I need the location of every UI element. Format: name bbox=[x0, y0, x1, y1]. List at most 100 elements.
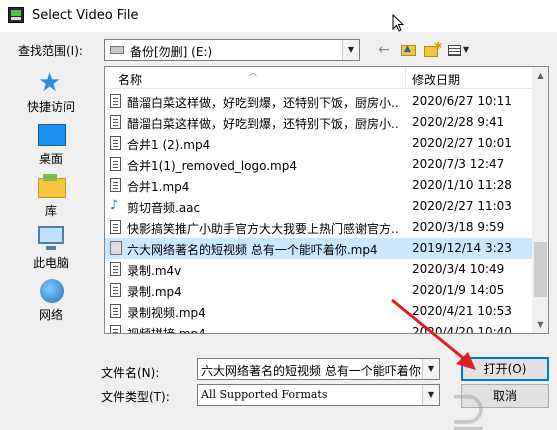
file-name: 六大网络著名的短视频 总有一个能吓着你.mp4 bbox=[127, 243, 378, 257]
up-folder-button[interactable]: ▲ bbox=[398, 41, 418, 59]
file-date: 2020/2/27 11:03 bbox=[412, 199, 512, 213]
file-date: 2020/1/9 14:05 bbox=[412, 283, 505, 297]
file-row[interactable]: 快影搞笑推广小助手官方大大我要上热门感谢官方... 2020/3/18 9:59 bbox=[105, 217, 532, 238]
file-name: 合并1(1)_removed_logo.mp4 bbox=[127, 159, 297, 173]
chevron-down-icon[interactable]: ▼ bbox=[342, 40, 359, 60]
file-date: 2020/6/27 10:11 bbox=[412, 94, 512, 108]
app-icon bbox=[8, 7, 24, 23]
window-title: Select Video File bbox=[32, 8, 139, 23]
file-date: 2020/3/4 10:49 bbox=[412, 262, 505, 276]
place-libraries[interactable]: 库 bbox=[0, 172, 102, 220]
file-icon bbox=[110, 262, 121, 276]
place-label: 网络 bbox=[38, 308, 63, 322]
place-network[interactable]: 网络 bbox=[0, 276, 102, 324]
list-header: ︿ 名称 修改日期 bbox=[105, 67, 532, 89]
file-name: 录制视频.mp4 bbox=[127, 306, 206, 320]
file-row[interactable]: 醋溜白菜这样做，好吃到爆，还特别下饭，厨房小... 2020/6/27 10:11 bbox=[105, 91, 532, 112]
open-button[interactable]: 打开(O) bbox=[461, 357, 549, 381]
video-icon bbox=[110, 241, 122, 255]
new-folder-button[interactable]: ✱ bbox=[422, 41, 442, 59]
audio-icon: ♪ bbox=[110, 198, 119, 213]
file-name: 视频拼接.mp4 bbox=[127, 327, 206, 334]
file-name: 醋溜白菜这样做，好吃到爆，还特别下饭，厨房小... bbox=[127, 117, 399, 131]
column-divider[interactable] bbox=[405, 67, 406, 89]
file-name: 剪切音频.aac bbox=[127, 201, 201, 215]
view-details-icon bbox=[448, 45, 461, 56]
file-list[interactable]: ︿ 名称 修改日期 醋溜白菜这样做，好吃到爆，还特别下饭，厨房小... 2020/… bbox=[104, 66, 549, 334]
place-label: 此电脑 bbox=[32, 256, 69, 270]
column-modified[interactable]: 修改日期 bbox=[412, 71, 460, 88]
back-arrow-icon[interactable]: ← bbox=[374, 41, 394, 59]
file-icon bbox=[110, 94, 121, 108]
dialog-body: 查找范围(I): 备份[勿删] (E:) ▼ ← ▲ ✱ ▼ ★ 快捷访问 桌面… bbox=[0, 32, 557, 430]
look-in-label: 查找范围(I): bbox=[18, 44, 83, 58]
file-icon bbox=[110, 115, 121, 129]
watermark-logo: ⊇ bbox=[449, 384, 488, 430]
desktop-icon bbox=[38, 124, 66, 146]
filetype-dropdown[interactable]: All Supported Formats ▼ bbox=[197, 384, 440, 406]
scroll-down-icon[interactable]: ▼ bbox=[532, 316, 548, 333]
file-icon bbox=[110, 325, 121, 333]
filetype-label: 文件类型(T): bbox=[101, 390, 170, 404]
file-date: 2020/1/10 11:28 bbox=[412, 178, 512, 192]
place-label: 桌面 bbox=[38, 152, 63, 166]
file-icon bbox=[110, 178, 121, 192]
file-name: 合并1 (2).mp4 bbox=[127, 138, 211, 152]
place-quick-access[interactable]: ★ 快捷访问 bbox=[0, 68, 102, 116]
chevron-down-icon: ▼ bbox=[463, 45, 470, 54]
file-date: 2020/4/20 10:40 bbox=[412, 325, 512, 334]
view-menu-button[interactable]: ▼ bbox=[446, 41, 474, 59]
file-date: 2020/2/28 9:41 bbox=[412, 115, 505, 129]
file-name: 录制.mp4 bbox=[127, 285, 182, 299]
file-row[interactable]: ♪ 剪切音频.aac 2020/2/27 11:03 bbox=[105, 196, 532, 217]
file-row[interactable]: 合并1(1)_removed_logo.mp4 2020/7/3 12:47 bbox=[105, 154, 532, 175]
file-row[interactable]: 合并1.mp4 2020/1/10 11:28 bbox=[105, 175, 532, 196]
place-label: 库 bbox=[44, 204, 57, 218]
file-date: 2019/12/14 3:23 bbox=[412, 241, 512, 255]
file-date: 2020/4/21 10:53 bbox=[412, 304, 512, 318]
file-icon bbox=[110, 304, 121, 318]
file-row[interactable]: 录制视频.mp4 2020/4/21 10:53 bbox=[105, 301, 532, 322]
file-date: 2020/7/3 12:47 bbox=[412, 157, 505, 171]
place-this-pc[interactable]: 此电脑 bbox=[0, 224, 102, 272]
computer-icon bbox=[38, 226, 64, 250]
file-row[interactable]: 醋溜白菜这样做，好吃到爆，还特别下饭，厨房小... 2020/2/28 9:41 bbox=[105, 112, 532, 133]
file-name: 醋溜白菜这样做，好吃到爆，还特别下饭，厨房小... bbox=[127, 96, 399, 110]
up-arrow-icon: ▲ bbox=[404, 44, 411, 54]
place-desktop[interactable]: 桌面 bbox=[0, 120, 102, 168]
file-row[interactable]: 合并1 (2).mp4 2020/2/27 10:01 bbox=[105, 133, 532, 154]
library-icon bbox=[38, 174, 66, 198]
file-name: 快影搞笑推广小助手官方大大我要上热门感谢官方... bbox=[127, 222, 399, 236]
look-in-value: 备份[勿删] (E:) bbox=[130, 45, 213, 59]
filename-label: 文件名(N): bbox=[101, 366, 160, 380]
look-in-dropdown[interactable]: 备份[勿删] (E:) ▼ bbox=[104, 39, 360, 61]
file-name: 合并1.mp4 bbox=[127, 180, 190, 194]
vertical-scrollbar[interactable]: ▲ ▼ bbox=[532, 67, 548, 333]
sparkle-icon: ✱ bbox=[434, 41, 443, 52]
chevron-down-icon[interactable]: ▼ bbox=[422, 385, 439, 405]
file-date: 2020/2/27 10:01 bbox=[412, 136, 512, 150]
filetype-value: All Supported Formats bbox=[201, 388, 328, 401]
scroll-up-icon[interactable]: ▲ bbox=[532, 67, 548, 84]
file-name: 录制.m4v bbox=[127, 264, 182, 278]
chevron-down-icon[interactable]: ▼ bbox=[422, 359, 439, 379]
place-label: 快捷访问 bbox=[26, 100, 75, 114]
file-row[interactable]: 录制.m4v 2020/3/4 10:49 bbox=[105, 259, 532, 280]
title-bar: Select Video File bbox=[0, 0, 557, 32]
drive-icon bbox=[110, 46, 124, 54]
filename-value: 六大网络著名的短视频 总有一个能吓着你.mp4 bbox=[201, 364, 421, 378]
network-icon bbox=[40, 279, 64, 303]
file-icon bbox=[110, 157, 121, 171]
file-row[interactable]: 视频拼接.mp4 2020/4/20 10:40 bbox=[105, 322, 532, 334]
filename-input[interactable]: 六大网络著名的短视频 总有一个能吓着你.mp4 ▼ bbox=[197, 358, 440, 380]
file-icon bbox=[110, 220, 121, 234]
star-icon: ★ bbox=[38, 68, 62, 98]
scroll-thumb[interactable] bbox=[534, 242, 547, 297]
file-icon bbox=[110, 136, 121, 150]
column-name[interactable]: 名称 bbox=[118, 71, 142, 88]
file-icon bbox=[110, 283, 121, 297]
sort-up-icon: ︿ bbox=[249, 68, 257, 77]
file-row[interactable]: 六大网络著名的短视频 总有一个能吓着你.mp4 2019/12/14 3:23 bbox=[105, 238, 532, 259]
places-bar: ★ 快捷访问 桌面 库 此电脑 网络 bbox=[0, 66, 102, 336]
file-row[interactable]: 录制.mp4 2020/1/9 14:05 bbox=[105, 280, 532, 301]
